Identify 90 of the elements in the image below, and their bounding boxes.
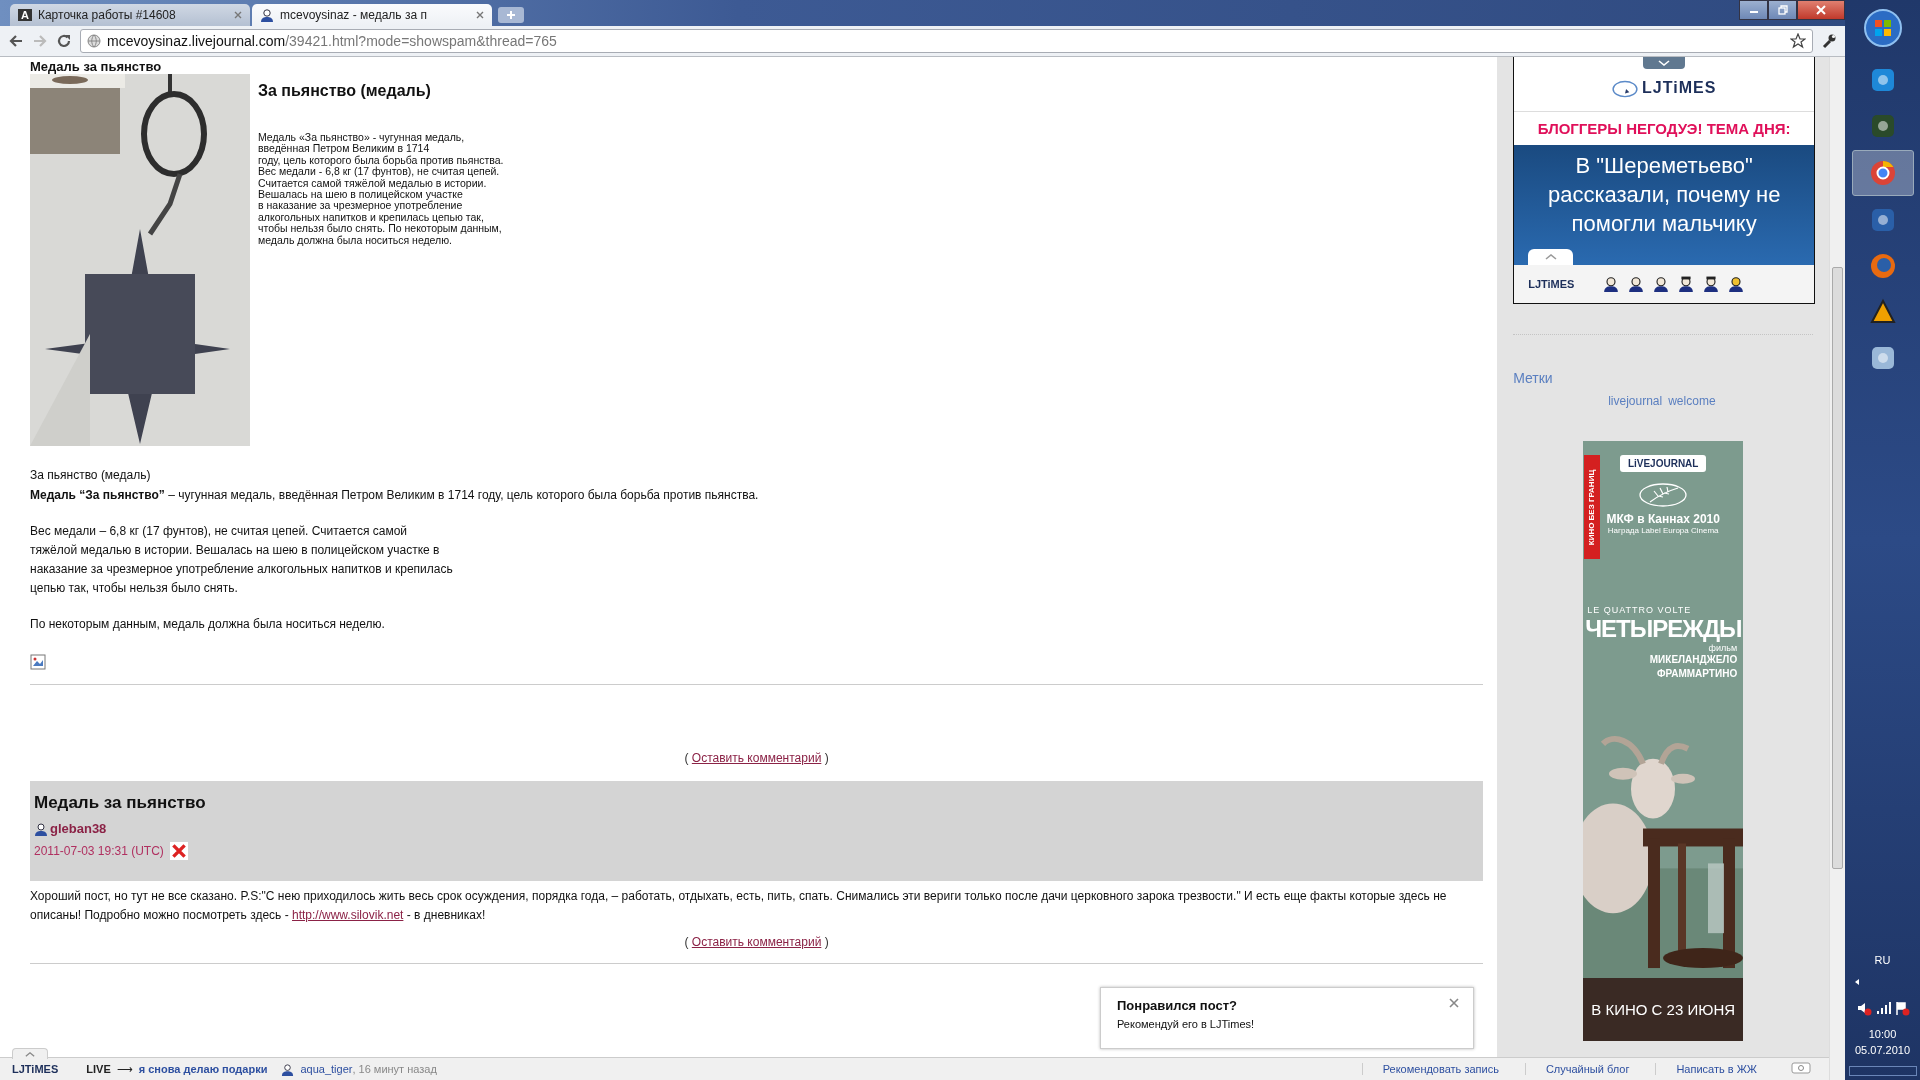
ad-text: МКФ в Каннах 2010 xyxy=(1606,512,1720,526)
plus-icon xyxy=(506,10,516,20)
live-label: LIVE xyxy=(86,1063,111,1075)
signal-icon[interactable] xyxy=(1874,1000,1891,1016)
comment-link-row-text: ( Оставить комментарий ) xyxy=(683,935,830,949)
leave-comment-link[interactable]: Оставить комментарий xyxy=(691,935,822,949)
image-heading: За пьянство (медаль) xyxy=(258,82,432,100)
widget-logo: LJTiMES xyxy=(1642,79,1717,97)
close-icon xyxy=(1816,5,1826,15)
chevron-up-icon xyxy=(1544,254,1557,260)
close-button[interactable] xyxy=(1797,0,1845,20)
chat-icon[interactable] xyxy=(1791,1062,1811,1076)
restore-icon xyxy=(1777,5,1788,15)
scrollbar[interactable] xyxy=(1829,57,1845,1080)
username-link[interactable]: gleban38 xyxy=(50,821,107,836)
chevron-up-icon xyxy=(25,1051,35,1057)
comment-date-link[interactable]: 2011-07-03 19:31 (UTC) xyxy=(34,844,164,858)
show-hidden-icons[interactable] xyxy=(1853,978,1861,986)
ad-logo: LiVEJOURNAL xyxy=(1619,455,1707,472)
avatar-icon[interactable] xyxy=(1628,276,1645,292)
ad-side-label: КИНО БЕЗ ГРАНИЦ xyxy=(1584,455,1601,559)
arrow-label: ⟶ xyxy=(116,1062,133,1076)
minimize-button[interactable] xyxy=(1739,0,1768,20)
chevron-down-icon xyxy=(1658,60,1671,66)
palm-branch-icon xyxy=(1638,482,1689,508)
leave-comment-link[interactable]: Оставить комментарий xyxy=(691,751,822,765)
delete-icon[interactable] xyxy=(169,842,188,860)
browser-tab[interactable]: mcevoysinaz - медаль за п xyxy=(252,4,492,26)
username-link[interactable]: aqua_tiger xyxy=(300,1063,353,1075)
broken-image-icon xyxy=(30,654,46,670)
website-link[interactable]: http://www.silovik.net xyxy=(292,908,404,922)
post-paragraph: Вес медали – 6,8 кг (17 фунтов), не считая цепей. Считается самой тяжёлой медалью в истории. Вешалась на шею в полицейском участке в наказание за чрезмерное употребление алкогольных напитков и крепилась цепью так, чтобы нельзя было снять. xyxy=(30,523,454,597)
comment-title: Медаль за пьянство xyxy=(34,793,207,813)
close-icon[interactable] xyxy=(1449,998,1459,1008)
back-icon[interactable] xyxy=(8,33,24,49)
user-icon xyxy=(260,8,274,22)
bar-link[interactable]: Рекомендовать запись xyxy=(1361,1063,1519,1075)
comment-link-row-text: ( Оставить комментарий ) xyxy=(683,751,830,765)
post-paragraph: Медаль “За пьянство” – чугунная медаль, введённая Петром Великим в 1714 году, цель которого была борьба против пьянства. xyxy=(30,487,760,504)
ad-text: Награда Label Europa Cinema xyxy=(1607,526,1719,535)
globe-icon xyxy=(87,34,101,48)
comment-text: Хороший пост, но тут не все сказано. P.S:"С нею приходилось жить весь срок осуждения, порядка года, – работать, отдыхать, есть, пить, спать. Снимались эти вериги только после дачи церковного зарока трезвости." И есть еще факты которые здесь не описаны! Подробно можно посмотреть здесь - http://www.silovik.net - в дневниках! xyxy=(30,888,1448,924)
language-indicator[interactable]: RU xyxy=(1874,954,1891,966)
post-title: Медаль за пьянство xyxy=(30,59,163,74)
close-icon[interactable] xyxy=(234,11,242,19)
tab-title: mcevoysinaz - медаль за п xyxy=(280,8,428,22)
ad-banner[interactable]: КИНО БЕЗ ГРАНИЦ LiVEJOURNAL МКФ в Каннах 2010 Награда Label Europa Cinema LE QUATTRO VOLTE ЧЕТЫРЕЖДЫ фильм МИКЕЛАНДЖЕЛО ФРАММАРТИНО В КИНО С 23 ИЮНЯ xyxy=(1583,441,1744,1041)
clock[interactable]: 10:00 05.07.2010 xyxy=(1854,1028,1911,1056)
ad-title: ЧЕТЫРЕЖДЫ xyxy=(1585,615,1742,643)
close-icon[interactable] xyxy=(476,11,484,19)
image-text: Медаль «За пьянство» - чугунная медаль, введённая Петром Великим в 1714 году, цель которого была борьба против пьянства. Вес медали - 6,8 кг (17 фунтов), не считая цепей. Считается самой тяжёлой медалью в истории. Вешалась на шею в полицейском участке в наказание за чрезмерное употребление алкогольных напитков и крепилась цепью так, чтобы нельзя было снять. По некоторым данным, медаль должна была носиться неделю. xyxy=(258,132,504,247)
reload-icon[interactable] xyxy=(56,33,72,49)
avatar-icon[interactable] xyxy=(1728,276,1745,292)
ad-text: LE QUATTRO VOLTE xyxy=(1587,605,1692,615)
post-paragraph: По некоторым данным, медаль должна была носиться неделю. xyxy=(30,616,386,633)
user-icon xyxy=(34,821,48,836)
widget-logo: LJTiMES xyxy=(1528,278,1575,290)
flag-icon[interactable] xyxy=(1893,1000,1910,1016)
muted-speaker-icon[interactable] xyxy=(1855,1000,1872,1016)
ad-text: В КИНО С 23 ИЮНЯ xyxy=(1583,978,1744,1041)
new-tab-button[interactable] xyxy=(498,7,524,23)
bar-link[interactable]: Случайный блог xyxy=(1524,1063,1650,1075)
post-time: , 16 минут назад xyxy=(352,1063,437,1075)
avatar-icon[interactable] xyxy=(1653,276,1670,292)
show-desktop-button[interactable] xyxy=(1848,1066,1917,1076)
ad-text: фильм xyxy=(1708,643,1738,653)
site-icon: A xyxy=(18,9,32,21)
avatar-icon[interactable] xyxy=(1603,276,1620,292)
address-bar[interactable]: mcevoysinaz.livejournal.com/39421.html?mode=showspam&thread=765 xyxy=(80,29,1813,53)
news-headline[interactable]: В "Шереметьево" рассказали, почему не помогли мальчику xyxy=(1514,145,1815,238)
bookmark-star-icon[interactable] xyxy=(1790,33,1806,49)
expand-tab[interactable] xyxy=(1528,249,1574,265)
restore-button[interactable] xyxy=(1768,0,1797,20)
collapse-tab[interactable] xyxy=(1643,57,1686,69)
popup-title: Понравился пост? xyxy=(1117,998,1238,1013)
popup-text: Рекомендуй его в LJTimes! xyxy=(1117,1018,1256,1030)
settings-icon[interactable] xyxy=(1821,33,1837,49)
image-caption: За пьянство (медаль) xyxy=(30,468,152,482)
avatar-icon[interactable] xyxy=(1703,276,1720,292)
clock-time: 10:00 xyxy=(1868,1028,1897,1040)
ad-text: МИКЕЛАНДЖЕЛО ФРАММАРТИНО xyxy=(1649,653,1738,681)
tab-title: Карточка работы #14608 xyxy=(37,8,177,22)
browser-tab[interactable]: A Карточка работы #14608 xyxy=(10,4,250,26)
avatar-icon[interactable] xyxy=(1678,276,1695,292)
user-icon xyxy=(281,1062,295,1076)
tags-heading: Метки xyxy=(1513,370,1553,386)
live-post-link[interactable]: я снова делаю подарки xyxy=(138,1063,268,1075)
bar-logo: LJTiMES xyxy=(12,1063,59,1075)
clock-date: 05.07.2010 xyxy=(1854,1044,1911,1056)
bar-link[interactable]: Написать в ЖЖ xyxy=(1655,1063,1777,1075)
